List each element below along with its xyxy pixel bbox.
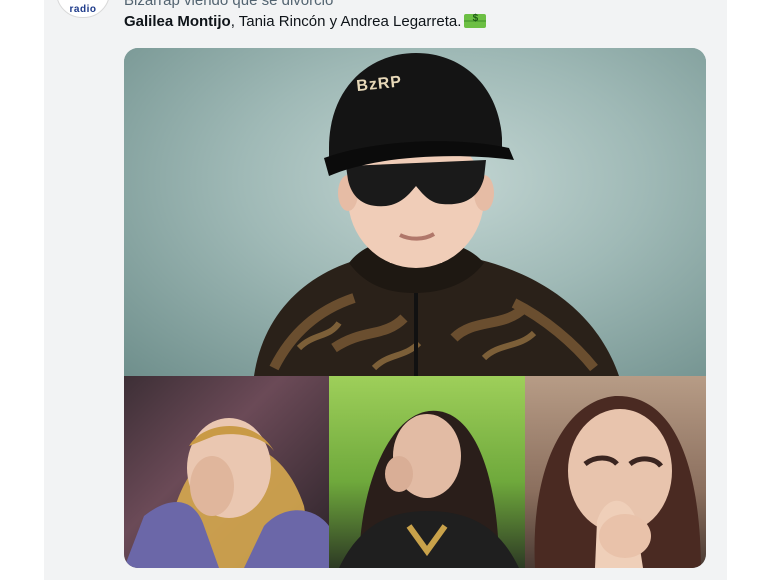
crying-woman-photo-1[interactable] [124, 376, 329, 568]
tweet-text-line-2: Galilea Montijo, Tania Rincón y Andrea L… [124, 13, 487, 30]
avatar-label: radio [69, 4, 97, 15]
tweet-media[interactable]: BzRP [124, 48, 706, 568]
media-top-photo[interactable]: BzRP [124, 48, 706, 376]
tweet-bold-name: Galilea Montijo [124, 13, 231, 30]
tweet-text-line-1: Bizarrap viendo que se divorció [124, 0, 334, 9]
money-with-wings-icon [464, 13, 487, 28]
crying-woman-photo-3[interactable] [525, 376, 706, 568]
bizarrap-photo-illustration: BzRP [254, 53, 619, 376]
crying-woman-photo-2[interactable] [329, 376, 525, 568]
tweet-text-rest: , Tania Rincón y Andrea Legarreta. [230, 13, 462, 30]
media-bottom-row [124, 376, 706, 568]
